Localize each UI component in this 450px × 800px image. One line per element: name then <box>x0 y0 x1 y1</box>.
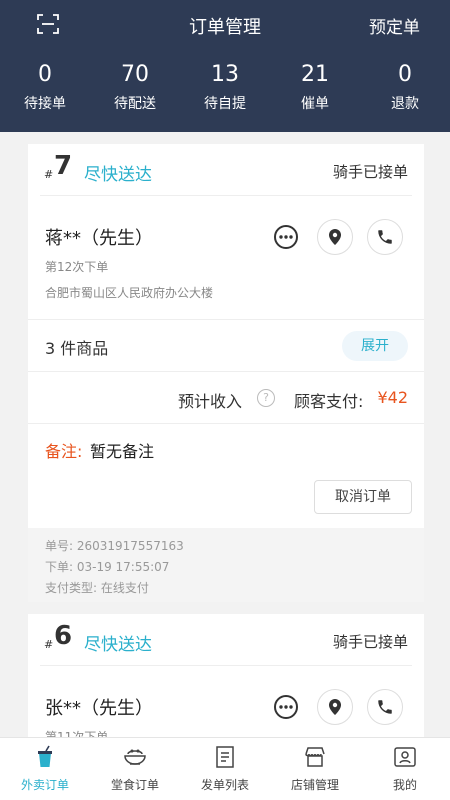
tab-dine-in-orders[interactable]: 堂食订单 <box>90 738 180 800</box>
tab-reminders[interactable]: 21 催单 <box>270 60 360 118</box>
tab-pending-accept[interactable]: 0 待接单 <box>0 60 90 118</box>
phone-icon[interactable] <box>367 219 403 255</box>
location-icon[interactable] <box>317 219 353 255</box>
order-count: 第11次下单 <box>45 730 109 737</box>
order-meta: 单号: 26031917557163 下单: 03-19 17:55:07 支付… <box>28 528 424 602</box>
customer-pay-amount: ¥42 <box>377 388 408 407</box>
tab-pending-delivery[interactable]: 70 待配送 <box>90 60 180 118</box>
tab-pending-pickup[interactable]: 13 待自提 <box>180 60 270 118</box>
stat-count: 0 <box>38 62 52 87</box>
rider-status: 骑手已接单 <box>332 163 408 181</box>
dine-in-bowl-icon <box>90 744 180 768</box>
tab-label: 店铺管理 <box>290 778 339 792</box>
takeout-cup-icon <box>0 744 90 768</box>
tab-label: 我的 <box>392 778 417 792</box>
reserve-orders-button[interactable]: 预定单 <box>369 13 420 38</box>
rider-status: 骑手已接单 <box>332 633 408 651</box>
help-icon[interactable]: ? <box>257 389 275 407</box>
customer-name: 蒋**（先生） <box>45 228 153 249</box>
tab-takeout-orders[interactable]: 外卖订单 <box>0 738 90 800</box>
order-number: 7 <box>54 151 73 181</box>
tab-refunds[interactable]: 0 退款 <box>360 60 450 118</box>
customer-section: 张**（先生） 第11次下单 <box>28 666 424 737</box>
order-hash: # <box>44 168 54 181</box>
action-row: 取消订单 <box>28 472 424 528</box>
cancel-order-button[interactable]: 取消订单 <box>314 480 412 514</box>
goods-section: 3 件商品 展开 <box>28 320 424 372</box>
estimated-income-label: 预计收入 <box>178 392 243 411</box>
order-header: # 6 尽快送达 骑手已接单 <box>40 614 412 666</box>
goods-count: 3 件商品 <box>45 339 109 358</box>
bottom-tab-bar: 外卖订单 堂食订单 发单列表 店铺管理 我的 <box>0 737 450 800</box>
message-icon[interactable] <box>268 219 304 255</box>
customer-pay-label: 顾客支付: <box>294 392 364 411</box>
profile-card-icon <box>360 744 450 768</box>
stat-count: 70 <box>121 62 149 87</box>
stat-label: 退款 <box>391 96 419 112</box>
remark-label: 备注: <box>45 442 83 461</box>
order-header: # 7 尽快送达 骑手已接单 <box>40 144 412 196</box>
header: 订单管理 预定单 0 待接单 70 待配送 13 待自提 21 催单 0 退款 <box>0 0 450 132</box>
location-icon[interactable] <box>317 689 353 725</box>
store-icon <box>270 744 360 768</box>
tab-label: 发单列表 <box>200 778 249 792</box>
order-time: 下单: 03-19 17:55:07 <box>45 560 170 574</box>
customer-address: 合肥市蜀山区人民政府办公大楼 <box>45 286 214 300</box>
delivery-time: 尽快送达 <box>84 165 152 185</box>
order-status-tabs: 0 待接单 70 待配送 13 待自提 21 催单 0 退款 <box>0 60 450 118</box>
tab-profile[interactable]: 我的 <box>360 738 450 800</box>
expand-button[interactable]: 展开 <box>342 331 408 361</box>
stat-label: 催单 <box>301 96 329 112</box>
stat-count: 13 <box>211 62 239 87</box>
remark-section: 备注: 暂无备注 <box>28 424 424 472</box>
stat-count: 21 <box>301 62 329 87</box>
tab-dispatch-list[interactable]: 发单列表 <box>180 738 270 800</box>
stat-count: 0 <box>398 62 412 87</box>
income-section: 预计收入 ? 顾客支付: ¥42 <box>28 372 424 424</box>
customer-section: 蒋**（先生） 第12次下单 合肥市蜀山区人民政府办公大楼 <box>28 196 424 320</box>
phone-icon[interactable] <box>367 689 403 725</box>
payment-type: 支付类型: 在线支付 <box>45 581 149 595</box>
stat-label: 待接单 <box>24 96 66 112</box>
order-card: # 6 尽快送达 骑手已接单 张**（先生） 第11次下单 <box>28 614 424 737</box>
order-hash: # <box>44 638 54 651</box>
remark-value: 暂无备注 <box>90 442 155 461</box>
tab-store-management[interactable]: 店铺管理 <box>270 738 360 800</box>
order-list[interactable]: # 7 尽快送达 骑手已接单 蒋**（先生） 第12次下单 合肥市蜀山区人民政府… <box>0 132 450 737</box>
stat-label: 待配送 <box>114 96 156 112</box>
dispatch-list-icon <box>180 744 270 768</box>
order-card: # 7 尽快送达 骑手已接单 蒋**（先生） 第12次下单 合肥市蜀山区人民政府… <box>28 144 424 602</box>
order-count: 第12次下单 <box>45 260 109 274</box>
stat-label: 待自提 <box>204 96 246 112</box>
delivery-time: 尽快送达 <box>84 635 152 655</box>
message-icon[interactable] <box>268 689 304 725</box>
order-number: 6 <box>54 621 73 651</box>
customer-name: 张**（先生） <box>45 698 153 719</box>
order-id: 单号: 26031917557163 <box>45 539 184 553</box>
tab-label: 堂食订单 <box>110 778 159 792</box>
tab-label: 外卖订单 <box>20 778 69 792</box>
